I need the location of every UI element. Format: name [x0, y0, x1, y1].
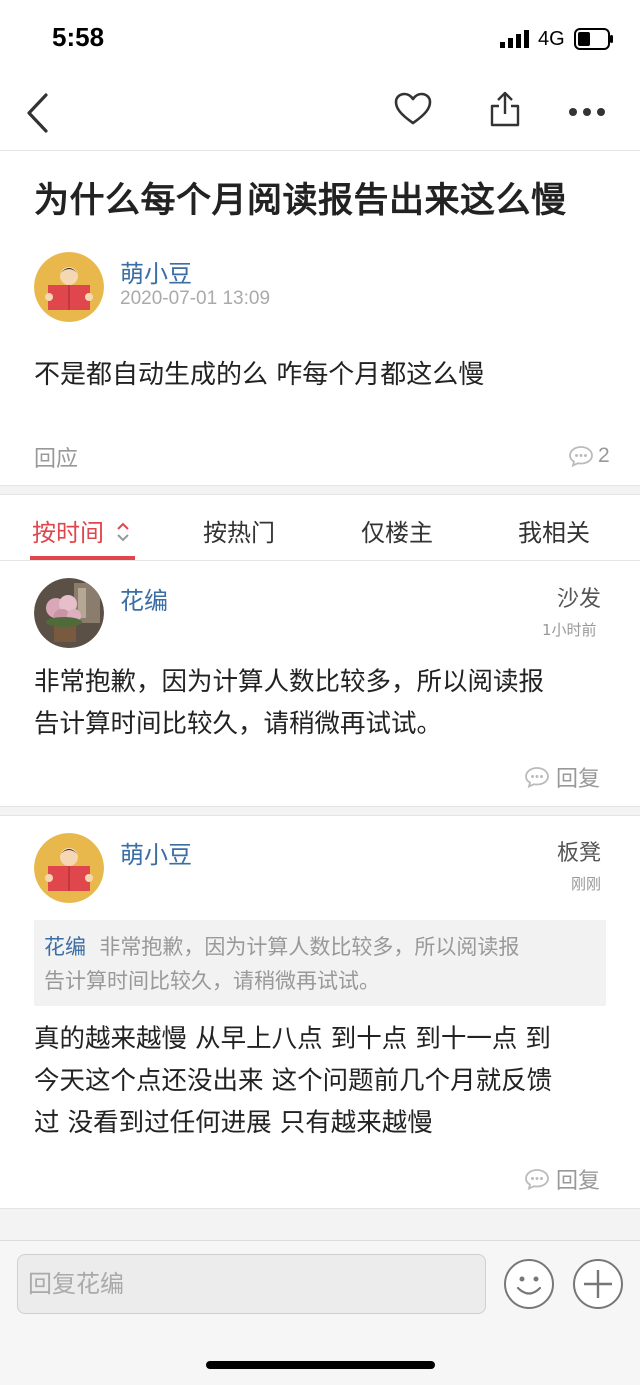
- reply-button[interactable]: 回复: [524, 1163, 600, 1195]
- more-button[interactable]: [568, 107, 606, 117]
- quoted-comment: 花编 非常抱歉，因为计算人数比较多，所以阅读报 告计算时间比较久，请稍微再试试。: [34, 920, 606, 1006]
- reply-input[interactable]: [17, 1254, 486, 1314]
- section-gap: [0, 485, 640, 495]
- respond-button[interactable]: 回应: [34, 441, 78, 473]
- comment-text-line: 今天这个点还没出来 这个问题前几个月就反馈: [34, 1066, 553, 1096]
- reply-label: 回复: [556, 767, 601, 792]
- quote-author[interactable]: 花编: [44, 935, 86, 959]
- post-body: 不是都自动生成的么 咋每个月都这么慢: [34, 360, 485, 390]
- favorite-button[interactable]: [394, 92, 432, 126]
- tab-by-time[interactable]: 按时间: [32, 513, 130, 548]
- signal-icon: [500, 30, 529, 48]
- comment-bubble-icon: [569, 446, 593, 467]
- add-attachment-button[interactable]: [572, 1258, 624, 1310]
- share-button[interactable]: [489, 90, 521, 128]
- tab-by-popular[interactable]: 按热门: [203, 513, 275, 548]
- reply-button[interactable]: 回复: [524, 761, 600, 793]
- nav-divider: [0, 150, 640, 151]
- comment-text-line: 非常抱歉，因为计算人数比较多，所以阅读报: [34, 667, 545, 697]
- reply-label: 回复: [556, 1169, 601, 1194]
- tab-related-to-me[interactable]: 我相关: [518, 513, 590, 548]
- commenter-avatar[interactable]: [34, 833, 104, 903]
- comment-text-line: 告计算时间比较久，请稍微再试试。: [34, 709, 443, 739]
- comment-author-name[interactable]: 萌小豆: [120, 835, 192, 870]
- emoji-button[interactable]: [503, 1258, 555, 1310]
- floor-rank: 沙发: [557, 587, 602, 612]
- comment-bubble-icon: [525, 767, 549, 788]
- sort-tabs: 按时间 按热门 仅楼主 我相关: [0, 495, 640, 561]
- author-avatar[interactable]: [34, 252, 104, 322]
- tab-label: 按时间: [32, 519, 104, 547]
- home-indicator: [206, 1361, 435, 1369]
- post-date: 2020-07-01 13:09: [120, 288, 271, 309]
- quote-text: 非常抱歉，因为计算人数比较多，所以阅读报: [99, 935, 520, 959]
- battery-icon: [574, 28, 613, 50]
- comment-text-line: 过 没看到过任何进展 只有越来越慢: [34, 1108, 433, 1138]
- comment-count-value: 2: [598, 444, 610, 467]
- comment-time: 刚刚: [571, 875, 602, 893]
- comment-author-name[interactable]: 花编: [120, 581, 168, 616]
- comment-text: 非常抱歉，因为计算人数比较多，所以阅读报 告计算时间比较久，请稍微再试试。: [34, 661, 614, 745]
- list-end-gap: [0, 1208, 640, 1240]
- sort-toggle-icon: [116, 522, 129, 542]
- status-time: 5:58: [52, 22, 105, 52]
- floor-rank: 板凳: [557, 841, 602, 866]
- post-title: 为什么每个月阅读报告出来这么慢: [34, 181, 567, 221]
- comment-bubble-icon: [525, 1169, 549, 1190]
- quote-line: 告计算时间比较久，请稍微再试试。: [44, 969, 380, 993]
- quote-line: 花编 非常抱歉，因为计算人数比较多，所以阅读报: [44, 930, 596, 964]
- active-tab-indicator: [30, 556, 135, 560]
- back-button[interactable]: [24, 92, 52, 134]
- tab-author-only[interactable]: 仅楼主: [361, 513, 433, 548]
- comment-time: 1小时前: [542, 621, 597, 639]
- post-author-name[interactable]: 萌小豆: [120, 254, 192, 289]
- network-type: 4G: [538, 28, 565, 50]
- commenter-avatar[interactable]: [34, 578, 104, 648]
- comment-gap: [0, 806, 640, 816]
- comment-text-line: 真的越来越慢 从早上八点 到十点 到十一点 到: [34, 1024, 551, 1054]
- comment-text: 真的越来越慢 从早上八点 到十点 到十一点 到 今天这个点还没出来 这个问题前几…: [34, 1018, 614, 1144]
- comment-count[interactable]: 2: [568, 444, 610, 468]
